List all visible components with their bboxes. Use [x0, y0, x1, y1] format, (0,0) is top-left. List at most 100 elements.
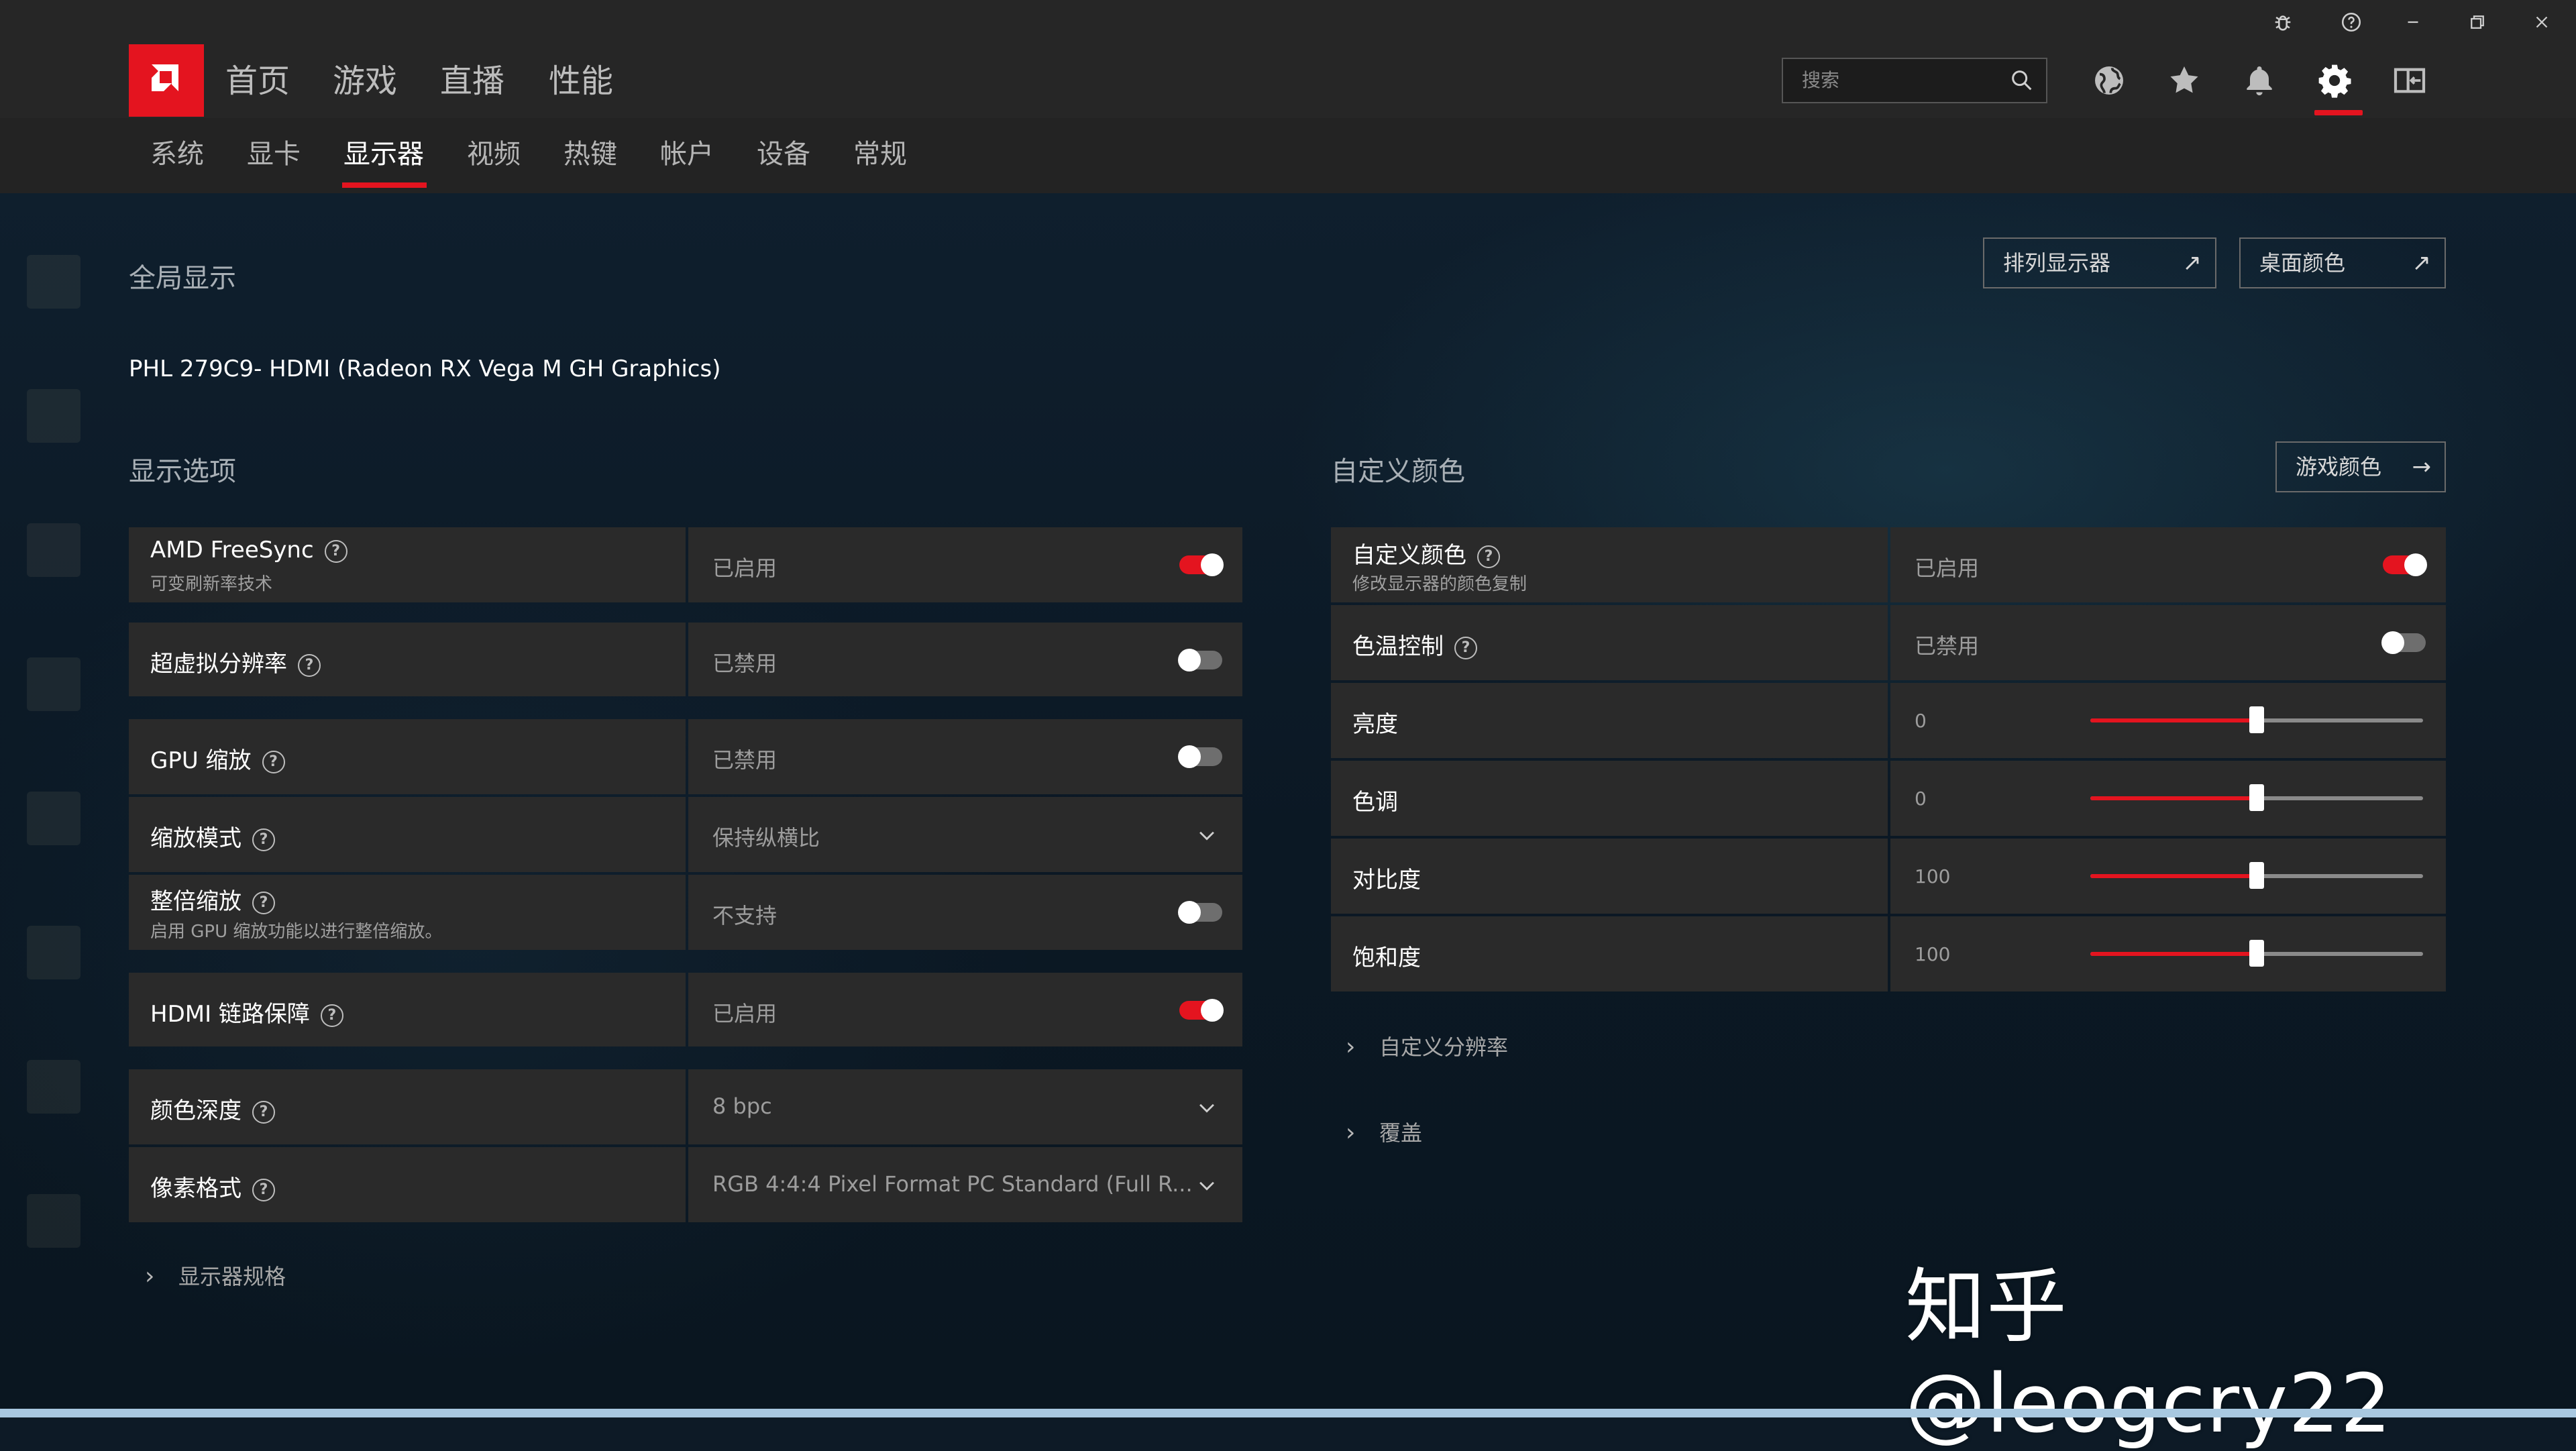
brightness-slider[interactable] [2090, 706, 2423, 733]
gpu-scaling-row: GPU 缩放? 已禁用 [129, 719, 1242, 794]
tab-system[interactable]: 系统 [150, 136, 204, 173]
row-label: 色调 [1352, 789, 1398, 816]
tab-devices[interactable]: 设备 [757, 136, 810, 173]
search-placeholder: 搜索 [1802, 69, 1840, 91]
gpu-scaling-toggle[interactable] [1178, 745, 1222, 768]
custom-color-toggle[interactable] [2383, 553, 2427, 576]
row-value: RGB 4:4:4 Pixel Format PC Standard (Full… [712, 1171, 1193, 1197]
saturation-slider[interactable] [2090, 940, 2423, 967]
tab-display[interactable]: 显示器 [343, 136, 424, 173]
overrides-expander[interactable]: › 覆盖 [1346, 1116, 1422, 1147]
help-icon[interactable]: ? [320, 1004, 343, 1027]
tab-graphics[interactable]: 显卡 [247, 136, 301, 173]
desktop-icons-ghost [13, 255, 114, 1328]
contrast-slider[interactable] [2090, 862, 2423, 889]
row-label: GPU 缩放 [150, 747, 252, 774]
tab-account[interactable]: 帐户 [660, 136, 714, 173]
arrange-displays-button[interactable]: 排列显示器 ↗ [1983, 237, 2216, 288]
row-value: 已禁用 [712, 747, 777, 773]
freesync-toggle[interactable] [1179, 553, 1224, 576]
color-temperature-toggle[interactable] [2381, 631, 2426, 654]
chevron-down-icon[interactable] [1195, 824, 1218, 847]
nav-performance[interactable]: 性能 [549, 58, 613, 105]
active-tab-indicator [342, 182, 427, 188]
active-settings-indicator [2314, 110, 2363, 115]
desktop-color-label: 桌面颜色 [2259, 250, 2346, 276]
help-icon[interactable] [2334, 7, 2368, 38]
amd-logo[interactable] [129, 44, 204, 117]
hue-slider[interactable] [2090, 784, 2423, 811]
taskbar-edge [0, 1409, 2576, 1417]
hdmi-link-toggle[interactable] [1179, 999, 1224, 1022]
custom-color-title: 自定义颜色 [1331, 456, 1465, 487]
chevron-right-icon: › [1346, 1119, 1356, 1146]
row-value: 8 bpc [712, 1093, 772, 1119]
row-label: 色温控制 [1352, 633, 1444, 660]
help-icon[interactable]: ? [1477, 545, 1500, 568]
chevron-down-icon[interactable] [1195, 1174, 1218, 1197]
slider-thumb[interactable] [2249, 706, 2264, 733]
bell-icon[interactable] [2241, 62, 2278, 99]
settings-subnav: 系统 显卡 显示器 视频 热键 帐户 设备 常规 [0, 118, 2576, 193]
row-value: 保持纵横比 [712, 825, 820, 851]
minimize-icon[interactable] [2396, 7, 2430, 38]
external-link-icon: ↗ [2412, 250, 2432, 276]
desktop-color-button[interactable]: 桌面颜色 ↗ [2239, 237, 2446, 288]
row-value: 0 [1915, 710, 1927, 732]
game-color-button[interactable]: 游戏颜色 → [2275, 441, 2446, 492]
tab-hotkeys[interactable]: 热键 [564, 136, 617, 173]
row-value: 已启用 [712, 1001, 777, 1026]
saturation-row: 饱和度 100 [1331, 916, 2446, 991]
vsr-toggle[interactable] [1178, 649, 1222, 671]
row-label: AMD FreeSync [150, 537, 314, 563]
color-temperature-row: 色温控制? 已禁用 [1331, 605, 2446, 680]
help-icon[interactable]: ? [262, 750, 285, 773]
row-label: 颜色深度 [150, 1097, 241, 1124]
help-icon[interactable]: ? [324, 539, 347, 563]
color-depth-row[interactable]: 颜色深度? 8 bpc [129, 1069, 1242, 1144]
search-box[interactable]: 搜索 [1782, 58, 2047, 103]
row-value: 不支持 [712, 903, 777, 928]
close-icon[interactable] [2525, 7, 2559, 38]
help-icon[interactable]: ? [252, 1178, 275, 1201]
tab-general[interactable]: 常规 [853, 136, 907, 173]
custom-color-row: 自定义颜色? 修改显示器的颜色复制 已启用 [1331, 527, 2446, 602]
help-icon[interactable]: ? [252, 828, 275, 851]
row-label: 缩放模式 [150, 825, 241, 852]
search-icon[interactable] [2008, 67, 2035, 97]
tab-video[interactable]: 视频 [467, 136, 521, 173]
nav-streaming[interactable]: 直播 [440, 58, 504, 105]
slider-thumb[interactable] [2249, 862, 2264, 889]
slider-thumb[interactable] [2249, 940, 2264, 967]
freesync-row: AMD FreeSync? 可变刷新率技术 已启用 [129, 527, 1242, 602]
row-value: 已禁用 [1915, 633, 1980, 659]
gear-icon[interactable] [2316, 62, 2353, 99]
help-icon[interactable]: ? [252, 1100, 275, 1124]
row-label: 饱和度 [1352, 945, 1421, 971]
restore-icon[interactable] [2461, 7, 2494, 38]
pixel-format-row[interactable]: 像素格式? RGB 4:4:4 Pixel Format PC Standard… [129, 1147, 1242, 1222]
help-icon[interactable]: ? [298, 653, 321, 677]
display-specs-expander[interactable]: › 显示器规格 [145, 1260, 286, 1291]
arrange-displays-label: 排列显示器 [2003, 250, 2111, 276]
help-icon[interactable]: ? [252, 891, 275, 914]
game-color-label: 游戏颜色 [2296, 454, 2382, 480]
help-icon[interactable]: ? [1454, 636, 1477, 659]
nav-games[interactable]: 游戏 [333, 58, 397, 105]
sidebar-icon[interactable] [2391, 62, 2428, 99]
display-options-title: 显示选项 [129, 456, 236, 487]
nav-home[interactable]: 首页 [225, 58, 290, 105]
bug-report-icon[interactable] [2266, 7, 2300, 38]
integer-scaling-toggle[interactable] [1178, 901, 1222, 924]
monitor-name: PHL 279C9- HDMI (Radeon RX Vega M GH Gra… [129, 356, 721, 382]
chevron-down-icon[interactable] [1195, 1096, 1218, 1119]
row-label: 整倍缩放 [150, 888, 241, 915]
globe-icon[interactable] [2090, 62, 2128, 99]
custom-resolution-expander[interactable]: › 自定义分辨率 [1346, 1030, 1508, 1061]
global-display-title: 全局显示 [129, 263, 236, 294]
slider-thumb[interactable] [2249, 784, 2264, 811]
star-icon[interactable] [2165, 62, 2203, 99]
row-sublabel: 修改显示器的颜色复制 [1352, 574, 1527, 594]
scaling-mode-row[interactable]: 缩放模式? 保持纵横比 [129, 797, 1242, 872]
expander-label: 覆盖 [1379, 1120, 1423, 1146]
